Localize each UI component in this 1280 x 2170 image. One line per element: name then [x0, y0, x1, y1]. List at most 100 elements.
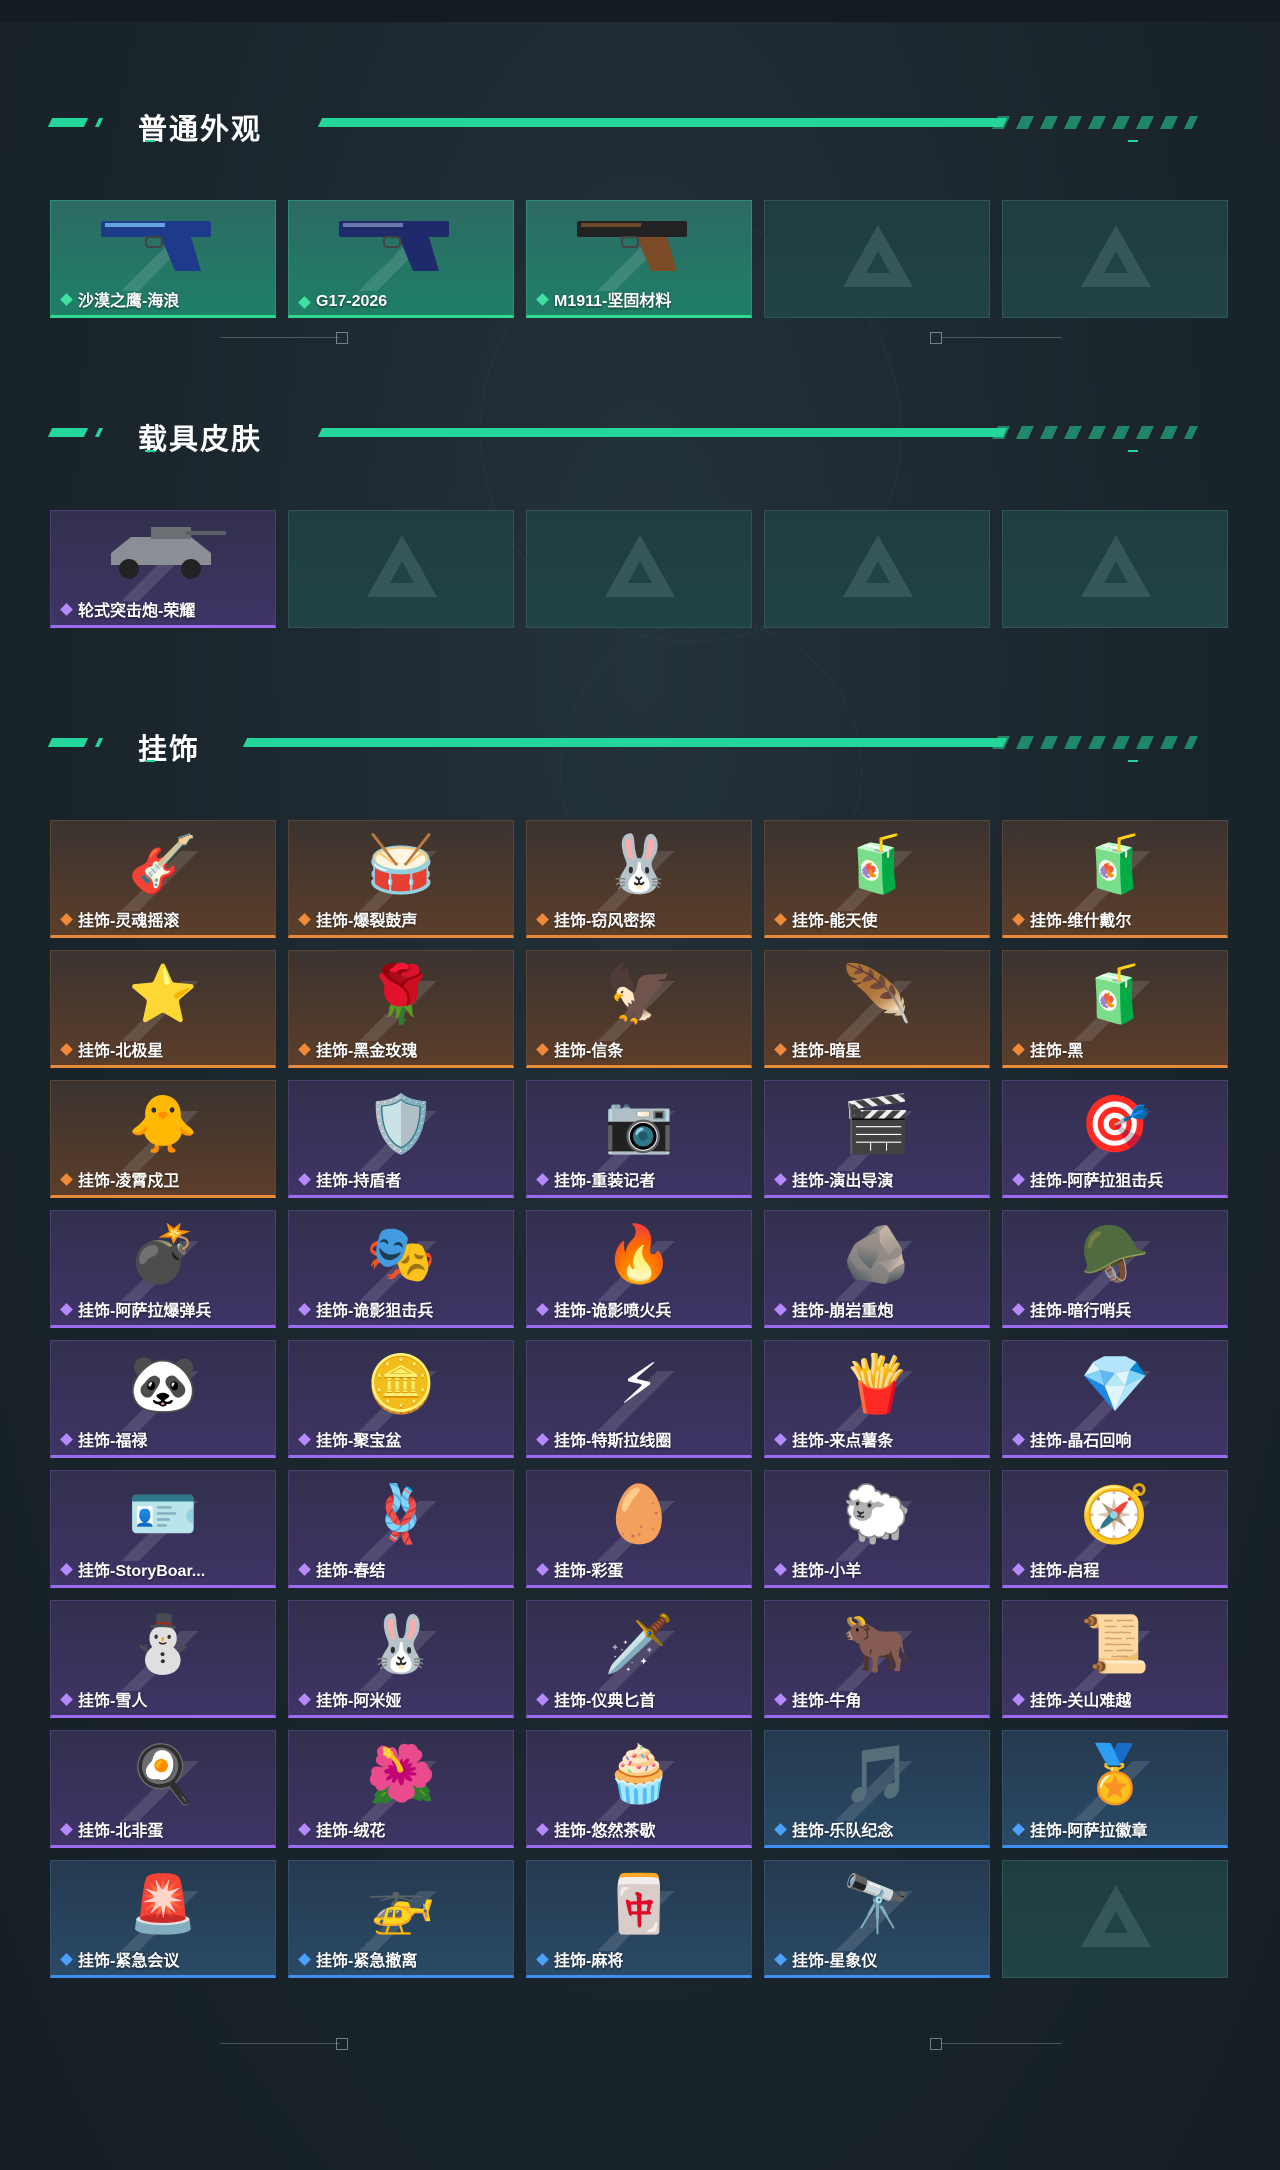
charm-icon: 🔭 — [842, 1872, 912, 1935]
rarity-diamond-icon — [774, 912, 787, 926]
charm-icon: 🐼 — [128, 1352, 198, 1415]
item-label: 挂饰-绒花 — [297, 1817, 385, 1841]
item-label: 挂饰-阿米娅 — [297, 1687, 401, 1711]
item-name: 挂饰-来点薯条 — [792, 1433, 894, 1450]
item-card[interactable]: 🗡️ 挂饰-仪典匕首 — [526, 1600, 752, 1718]
item-card[interactable]: 🐰 挂饰-阿米娅 — [288, 1600, 514, 1718]
item-name: 挂饰-阿萨拉爆弹兵 — [78, 1303, 212, 1320]
item-card[interactable]: ⛄ 挂饰-雪人 — [50, 1600, 276, 1718]
item-card[interactable]: 🦅 挂饰-信条 — [526, 950, 752, 1068]
rarity-diamond-icon — [1012, 1172, 1025, 1186]
charm-icon: 🌺 — [366, 1742, 436, 1805]
item-card[interactable]: 🎸 挂饰-灵魂摇滚 — [50, 820, 276, 938]
item-name: 挂饰-彩蛋 — [554, 1563, 624, 1580]
item-card[interactable]: 🪶 挂饰-暗星 — [764, 950, 990, 1068]
item-label: 挂饰-暗行哨兵 — [1011, 1297, 1131, 1321]
item-name: 挂饰-牛角 — [792, 1693, 862, 1710]
item-card[interactable]: 🌹 挂饰-黑金玫瑰 — [288, 950, 514, 1068]
item-card[interactable]: 🐑 挂饰-小羊 — [764, 1470, 990, 1588]
item-name: 挂饰-福禄 — [78, 1433, 148, 1450]
item-label: 挂饰-黑金玫瑰 — [297, 1037, 417, 1061]
charm-icon: 🪶 — [842, 962, 912, 1025]
item-name: 挂饰-信条 — [554, 1043, 624, 1060]
item-card[interactable]: 🧃 挂饰-维什戴尔 — [1002, 820, 1228, 938]
charm-icon: 🪖 — [1080, 1222, 1150, 1285]
item-label: M1911-坚固材料 — [535, 287, 671, 311]
rarity-diamond-icon — [1012, 1432, 1025, 1446]
item-card[interactable]: 🥚 挂饰-彩蛋 — [526, 1470, 752, 1588]
item-card[interactable]: 🧁 挂饰-悠然茶歇 — [526, 1730, 752, 1848]
item-label: 挂饰-能天使 — [773, 907, 877, 931]
item-name: 轮式突击炮-荣耀 — [78, 603, 196, 620]
rarity-diamond-icon — [60, 1172, 73, 1186]
item-card[interactable]: ⚡ 挂饰-特斯拉线圈 — [526, 1340, 752, 1458]
item-name: 挂饰-仪典匕首 — [554, 1693, 656, 1710]
item-card[interactable]: 🀄 挂饰-麻将 — [526, 1860, 752, 1978]
item-card[interactable]: 🥁 挂饰-爆裂鼓声 — [288, 820, 514, 938]
divider-line — [220, 337, 340, 338]
item-card[interactable]: 🌺 挂饰-绒花 — [288, 1730, 514, 1848]
item-label: 挂饰-黑 — [1011, 1037, 1083, 1061]
item-card[interactable]: 🐥 挂饰-凌霄戍卫 — [50, 1080, 276, 1198]
item-name: 挂饰-持盾者 — [316, 1173, 402, 1190]
section-2: 挂饰 🎸 挂饰-灵魂摇滚 🥁 挂饰-爆裂鼓声 🐰 挂饰-窃风密探 🧃 挂饰-能天… — [0, 720, 1280, 1978]
item-card[interactable]: 🪢 挂饰-春结 — [288, 1470, 514, 1588]
header-dash — [94, 428, 104, 437]
item-card[interactable]: 🔭 挂饰-星象仪 — [764, 1860, 990, 1978]
item-card[interactable]: 🪖 挂饰-暗行哨兵 — [1002, 1210, 1228, 1328]
item-card[interactable]: 🧃 挂饰-黑 — [1002, 950, 1228, 1068]
item-label: 挂饰-崩岩重炮 — [773, 1297, 893, 1321]
item-card[interactable]: 🧭 挂饰-启程 — [1002, 1470, 1228, 1588]
item-card[interactable]: 轮式突击炮-荣耀 — [50, 510, 276, 628]
item-card[interactable]: 🐼 挂饰-福禄 — [50, 1340, 276, 1458]
rarity-diamond-icon — [774, 1952, 787, 1966]
item-card[interactable]: 🏅 挂饰-阿萨拉徽章 — [1002, 1730, 1228, 1848]
item-name: 挂饰-诡影喷火兵 — [554, 1303, 672, 1320]
item-card[interactable]: 📜 挂饰-关山难越 — [1002, 1600, 1228, 1718]
charm-icon: 🧁 — [604, 1742, 674, 1805]
placeholder-logo-icon — [843, 225, 913, 287]
item-card[interactable]: G17-2026 — [288, 200, 514, 318]
rarity-diamond-icon — [60, 292, 73, 306]
item-card[interactable]: M1911-坚固材料 — [526, 200, 752, 318]
item-card[interactable]: 🛡️ 挂饰-持盾者 — [288, 1080, 514, 1198]
item-card[interactable]: 💎 挂饰-晶石回响 — [1002, 1340, 1228, 1458]
charm-icon: 🚨 — [128, 1872, 198, 1935]
item-name: 挂饰-爆裂鼓声 — [316, 913, 418, 930]
item-label: 挂饰-窃风密探 — [535, 907, 655, 931]
charm-icon: 🐑 — [842, 1482, 912, 1545]
item-card[interactable]: 🚨 挂饰-紧急会议 — [50, 1860, 276, 1978]
item-card[interactable]: 🎯 挂饰-阿萨拉狙击兵 — [1002, 1080, 1228, 1198]
item-name: 挂饰-关山难越 — [1030, 1693, 1132, 1710]
item-label: 挂饰-信条 — [535, 1037, 623, 1061]
rarity-diamond-icon — [60, 1432, 73, 1446]
item-card[interactable]: 🔥 挂饰-诡影喷火兵 — [526, 1210, 752, 1328]
item-card[interactable]: 🍟 挂饰-来点薯条 — [764, 1340, 990, 1458]
item-card[interactable]: 🎬 挂饰-演出导演 — [764, 1080, 990, 1198]
item-card[interactable]: 沙漠之鹰-海浪 — [50, 200, 276, 318]
item-label: 挂饰-紧急撤离 — [297, 1947, 417, 1971]
header-tick — [1128, 140, 1138, 142]
rarity-diamond-icon — [1012, 1692, 1025, 1706]
item-card[interactable]: 🍳 挂饰-北非蛋 — [50, 1730, 276, 1848]
item-card[interactable]: 🪙 挂饰-聚宝盆 — [288, 1340, 514, 1458]
item-card[interactable]: 🎵 挂饰-乐队纪念 — [764, 1730, 990, 1848]
item-card[interactable]: 🐂 挂饰-牛角 — [764, 1600, 990, 1718]
item-card[interactable]: 🪪 挂饰-StoryBoar... — [50, 1470, 276, 1588]
item-card[interactable]: ⭐ 挂饰-北极星 — [50, 950, 276, 1068]
item-card[interactable]: 🪨 挂饰-崩岩重炮 — [764, 1210, 990, 1328]
rarity-diamond-icon — [298, 1692, 311, 1706]
item-card[interactable]: 🧃 挂饰-能天使 — [764, 820, 990, 938]
section-header: 载具皮肤 — [0, 410, 1280, 460]
item-card[interactable]: 🐰 挂饰-窃风密探 — [526, 820, 752, 938]
divider-square — [336, 332, 348, 344]
header-checker — [991, 116, 1199, 129]
item-card[interactable]: 💣 挂饰-阿萨拉爆弹兵 — [50, 1210, 276, 1328]
item-name: 挂饰-紧急会议 — [78, 1953, 180, 1970]
item-card[interactable]: 🎭 挂饰-诡影狙击兵 — [288, 1210, 514, 1328]
item-card[interactable]: 📷 挂饰-重装记者 — [526, 1080, 752, 1198]
item-label: 挂饰-StoryBoar... — [59, 1557, 205, 1581]
header-dash — [47, 118, 89, 127]
rarity-diamond-icon — [536, 1692, 549, 1706]
item-card[interactable]: 🚁 挂饰-紧急撤离 — [288, 1860, 514, 1978]
